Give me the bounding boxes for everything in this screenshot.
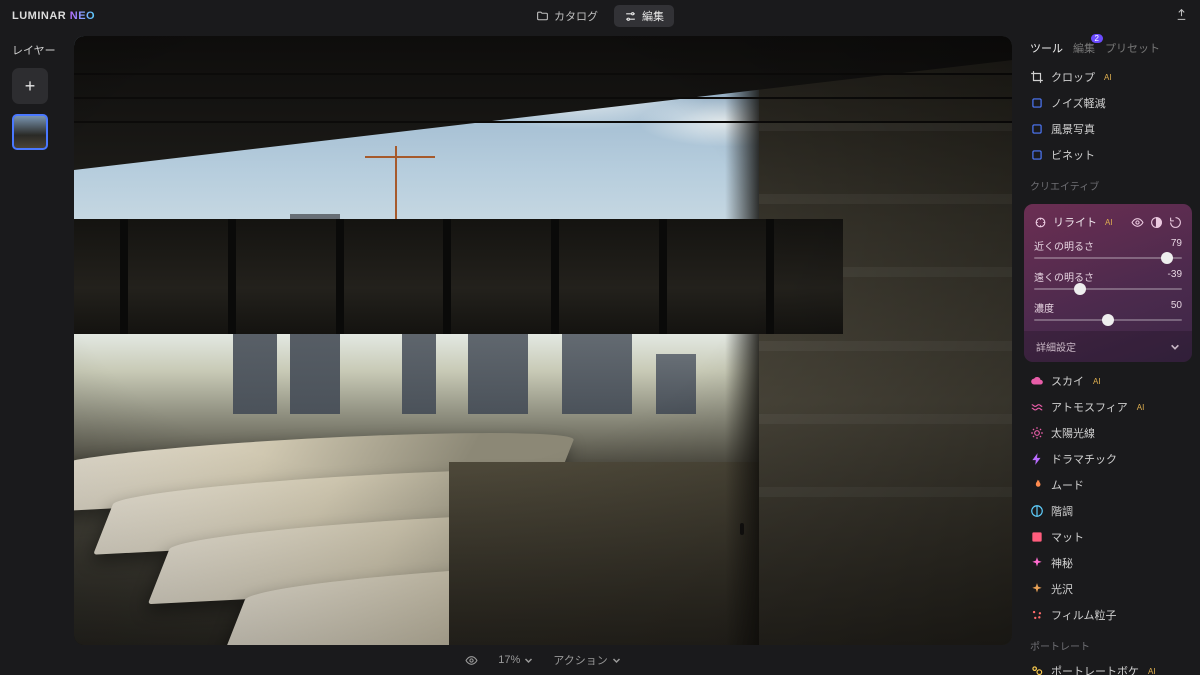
tool-label: ポートレートボケ	[1051, 663, 1139, 675]
tool-label: 神秘	[1051, 555, 1073, 571]
mask-icon[interactable]	[1150, 216, 1163, 229]
tool-ノイズ軽減[interactable]: ノイズ軽減	[1016, 90, 1200, 116]
relight-panel: リライトAI 近くの明るさ79遠くの明るさ-39濃度50 詳細設定	[1024, 204, 1192, 362]
layer-thumbnail[interactable]	[12, 114, 48, 150]
tool-ポートレートボケ[interactable]: ポートレートボケAI	[1016, 658, 1200, 675]
slider-thumb[interactable]	[1102, 314, 1114, 326]
action-label: アクション	[553, 652, 607, 668]
section-portrait: ポートレート	[1016, 628, 1200, 658]
tab-tool[interactable]: ツール	[1030, 40, 1063, 56]
cloud-icon	[1030, 374, 1044, 388]
tool-label: ビネット	[1051, 147, 1095, 163]
tool-label: 光沢	[1051, 581, 1073, 597]
chevron-down-icon	[1170, 342, 1180, 352]
slider-value: 50	[1171, 300, 1182, 315]
relight-icon	[1034, 216, 1047, 229]
tool-スカイ[interactable]: スカイAI	[1016, 368, 1200, 394]
tool-光沢[interactable]: 光沢	[1016, 576, 1200, 602]
sparkle-icon	[1030, 556, 1044, 570]
slider-track[interactable]	[1034, 257, 1182, 259]
grain-icon	[1030, 608, 1044, 622]
catalog-label: カタログ	[554, 8, 598, 24]
tool-クロップ[interactable]: クロップAI	[1016, 64, 1200, 90]
tool-階調[interactable]: 階調	[1016, 498, 1200, 524]
gloss-icon	[1030, 582, 1044, 596]
tool-太陽光線[interactable]: 太陽光線	[1016, 420, 1200, 446]
tool-label: スカイ	[1051, 373, 1084, 389]
tool-label: クロップ	[1051, 69, 1095, 85]
tool-label: アトモスフィア	[1051, 399, 1128, 415]
tool-label: ムード	[1051, 477, 1084, 493]
tab-preset[interactable]: プリセット	[1105, 40, 1160, 56]
tool-マット[interactable]: マット	[1016, 524, 1200, 550]
flame-icon	[1030, 478, 1044, 492]
slider-濃度[interactable]: 濃度 50	[1034, 300, 1182, 321]
tool-label: 風景写真	[1051, 121, 1095, 137]
square-icon	[1030, 122, 1044, 136]
tool-ビネット[interactable]: ビネット	[1016, 142, 1200, 168]
tool-label: 太陽光線	[1051, 425, 1095, 441]
tool-アトモスフィア[interactable]: アトモスフィアAI	[1016, 394, 1200, 420]
sun-icon	[1030, 426, 1044, 440]
tool-label: 階調	[1051, 503, 1073, 519]
sliders-icon	[624, 10, 637, 23]
add-layer-button[interactable]: +	[12, 68, 48, 104]
tool-ムード[interactable]: ムード	[1016, 472, 1200, 498]
tool-ドラマチック[interactable]: ドラマチック	[1016, 446, 1200, 472]
slider-label: 濃度	[1034, 300, 1054, 315]
canvas-footer: 17% アクション	[70, 645, 1016, 675]
slider-遠くの明るさ[interactable]: 遠くの明るさ -39	[1034, 269, 1182, 290]
app-logo: LUMINAR NEO	[12, 10, 95, 22]
preview-toggle[interactable]	[465, 654, 478, 667]
tool-label: ドラマチック	[1051, 451, 1117, 467]
tools-panel: ツール 編集 2 プリセット クロップAI ノイズ軽減風景写真ビネット クリエイテ…	[1016, 32, 1200, 675]
eye-icon[interactable]	[1131, 216, 1144, 229]
slider-track[interactable]	[1034, 319, 1182, 321]
zoom-value: 17%	[498, 654, 520, 666]
tab-edit[interactable]: 編集 2	[1073, 40, 1095, 56]
share-button[interactable]	[1175, 8, 1188, 24]
panel-title: リライト	[1053, 214, 1097, 230]
slider-track[interactable]	[1034, 288, 1182, 290]
chevron-down-icon	[524, 656, 533, 665]
tool-フィルム粒子[interactable]: フィルム粒子	[1016, 602, 1200, 628]
bokeh-icon	[1030, 664, 1044, 675]
advanced-toggle[interactable]: 詳細設定	[1024, 331, 1192, 362]
tool-label: フィルム粒子	[1051, 607, 1117, 623]
square-icon	[1030, 96, 1044, 110]
tool-label: ノイズ軽減	[1051, 95, 1106, 111]
slider-label: 近くの明るさ	[1034, 238, 1094, 253]
bolt-icon	[1030, 452, 1044, 466]
section-creative: クリエイティブ	[1016, 168, 1200, 198]
slider-label: 遠くの明るさ	[1034, 269, 1094, 284]
edit-label: 編集	[642, 8, 664, 24]
slider-近くの明るさ[interactable]: 近くの明るさ 79	[1034, 238, 1182, 259]
layers-panel: レイヤー +	[0, 32, 70, 675]
share-icon	[1175, 8, 1188, 21]
edit-badge: 2	[1091, 34, 1103, 43]
zoom-control[interactable]: 17%	[498, 654, 533, 666]
catalog-tab[interactable]: カタログ	[526, 5, 608, 27]
image-canvas[interactable]	[74, 36, 1012, 645]
tool-神秘[interactable]: 神秘	[1016, 550, 1200, 576]
square-icon	[1030, 148, 1044, 162]
reset-icon[interactable]	[1169, 216, 1182, 229]
edit-tab[interactable]: 編集	[614, 5, 674, 27]
waves-icon	[1030, 400, 1044, 414]
slider-thumb[interactable]	[1074, 283, 1086, 295]
slider-value: 79	[1171, 238, 1182, 253]
tool-風景写真[interactable]: 風景写真	[1016, 116, 1200, 142]
tone-icon	[1030, 504, 1044, 518]
top-bar: LUMINAR NEO カタログ 編集	[0, 0, 1200, 32]
folder-icon	[536, 10, 549, 23]
slider-thumb[interactable]	[1161, 252, 1173, 264]
crop-icon	[1030, 70, 1044, 84]
eye-icon	[465, 654, 478, 667]
mat-icon	[1030, 530, 1044, 544]
tool-label: マット	[1051, 529, 1084, 545]
action-menu[interactable]: アクション	[553, 652, 620, 668]
slider-value: -39	[1168, 269, 1182, 284]
layers-heading: レイヤー	[12, 42, 56, 58]
chevron-down-icon	[612, 656, 621, 665]
